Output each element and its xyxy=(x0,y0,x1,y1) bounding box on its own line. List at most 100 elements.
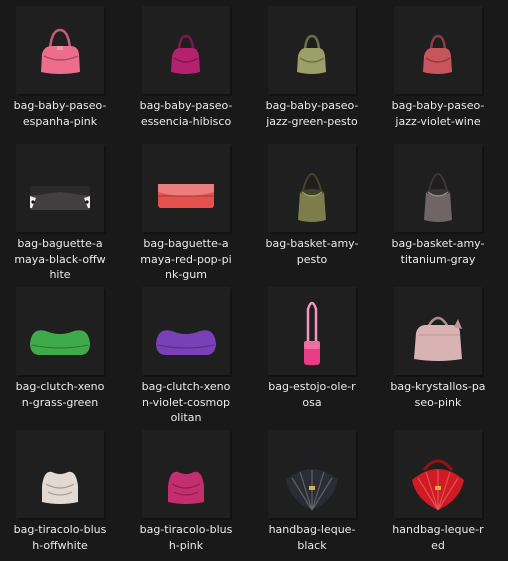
file-item[interactable]: bag-clutch-xeno n-grass-green xyxy=(0,287,120,427)
file-name-line: bag-baby-paseo- xyxy=(265,99,359,112)
file-item[interactable]: handbag-leque-black xyxy=(252,430,372,561)
file-name-line: essencia-hibisco xyxy=(140,114,232,128)
file-name-label: bag-basket-amy-titanium-gray xyxy=(378,236,498,267)
file-name-label: bag-estojo-ole-r osa xyxy=(252,379,372,410)
file-name-line: jazz-violet-wine xyxy=(395,114,481,128)
file-name-line: bag-baby-paseo- xyxy=(139,99,233,112)
handbag-leque-black-icon xyxy=(286,459,338,511)
file-item[interactable]: bag-tiracolo-blus h-offwhite xyxy=(0,430,120,561)
file-item[interactable]: bag-baby-paseo-jazz-violet-wine xyxy=(378,6,498,146)
file-name-label: handbag-leque-black xyxy=(252,522,372,553)
file-thumbnail xyxy=(16,144,104,232)
file-item[interactable]: bag-estojo-ole-r osa xyxy=(252,287,372,427)
bag-tiracolo-offwhite-icon xyxy=(42,471,78,504)
bag-baby-paseo-pink-icon xyxy=(41,28,80,74)
file-name-label: bag-clutch-xeno n-violet-cosmop olitan xyxy=(126,379,246,426)
file-name-label: bag-basket-amy-pesto xyxy=(252,236,372,267)
file-name-line: bag-baguette-a xyxy=(143,237,229,250)
handbag-leque-red-icon xyxy=(412,459,464,511)
file-thumbnail xyxy=(142,430,230,518)
file-name-line: bag-baby-paseo- xyxy=(391,99,485,112)
bag-baguette-black-icon xyxy=(30,186,90,210)
bag-krystallos-pink-icon xyxy=(414,316,462,361)
file-name-label: bag-baby-paseo-essencia-hibisco xyxy=(126,98,246,129)
bag-estojo-rosa-icon xyxy=(304,301,320,365)
file-name-line: pesto xyxy=(296,252,328,266)
file-thumbnail xyxy=(394,430,482,518)
file-name-line: seo-pink xyxy=(414,395,462,409)
file-item[interactable]: bag-baguette-a maya-black-offw hite xyxy=(0,144,120,284)
file-name-line: olitan xyxy=(170,411,202,424)
file-name-line: titanium-gray xyxy=(400,252,476,266)
file-thumbnail xyxy=(142,144,230,232)
file-name-line: h-pink xyxy=(168,538,204,552)
file-name-line: bag-tiracolo-blus xyxy=(139,523,233,536)
file-thumbnail xyxy=(142,287,230,375)
file-item[interactable]: bag-baby-paseo-espanha-pink xyxy=(0,6,120,146)
file-item[interactable]: bag-tiracolo-blus h-pink xyxy=(126,430,246,561)
file-name-line: osa xyxy=(302,395,322,409)
file-name-line: maya-black-offw xyxy=(14,252,106,266)
file-name-line: h-offwhite xyxy=(32,538,88,552)
file-name-line: espanha-pink xyxy=(22,114,98,128)
file-thumbnail xyxy=(394,144,482,232)
bag-tiracolo-pink-icon xyxy=(168,471,204,504)
file-item[interactable]: bag-baby-paseo-essencia-hibisco xyxy=(126,6,246,146)
file-name-line: bag-basket-amy- xyxy=(265,237,359,250)
bag-baby-paseo-wine-icon xyxy=(423,34,452,74)
file-name-line: handbag-leque- xyxy=(268,523,356,536)
file-name-line: nk-gum xyxy=(165,268,207,281)
file-thumbnail xyxy=(268,144,356,232)
file-name-label: bag-baby-paseo-jazz-green-pesto xyxy=(252,98,372,129)
file-name-line: bag-basket-amy- xyxy=(391,237,485,250)
bag-baby-paseo-pesto-icon xyxy=(297,34,326,74)
file-name-label: bag-baby-paseo-jazz-violet-wine xyxy=(378,98,498,129)
file-name-label: bag-baby-paseo-espanha-pink xyxy=(0,98,120,129)
bag-basket-gray-icon xyxy=(424,173,452,222)
file-name-label: bag-tiracolo-blus h-pink xyxy=(126,522,246,553)
file-thumbnail xyxy=(16,430,104,518)
file-name-line: hite xyxy=(49,268,71,281)
file-name-line: bag-tiracolo-blus xyxy=(13,523,107,536)
bag-basket-pesto-icon xyxy=(298,173,326,222)
file-item[interactable]: bag-basket-amy-titanium-gray xyxy=(378,144,498,284)
file-item[interactable]: bag-clutch-xeno n-violet-cosmop olitan xyxy=(126,287,246,427)
file-name-line: n-violet-cosmop xyxy=(142,395,230,409)
file-thumbnail xyxy=(268,430,356,518)
file-name-line: black xyxy=(297,538,327,552)
file-name-line: maya-red-pop-pi xyxy=(140,252,232,266)
file-name-line: bag-baguette-a xyxy=(17,237,103,250)
file-thumbnail xyxy=(394,6,482,94)
file-name-line: bag-baby-paseo- xyxy=(13,99,107,112)
bag-clutch-green-icon xyxy=(30,330,90,355)
file-grid: bag-baby-paseo-espanha-pink bag-baby-pas… xyxy=(0,0,508,561)
file-name-line: ed xyxy=(431,538,445,552)
file-name-label: handbag-leque-r ed xyxy=(378,522,498,553)
bag-baby-paseo-hibisco-icon xyxy=(171,34,200,74)
file-name-label: bag-clutch-xeno n-grass-green xyxy=(0,379,120,410)
file-name-label: bag-krystallos-pa seo-pink xyxy=(378,379,498,410)
file-thumbnail xyxy=(142,6,230,94)
file-item[interactable]: bag-krystallos-pa seo-pink xyxy=(378,287,498,427)
file-name-line: bag-krystallos-pa xyxy=(390,380,486,393)
file-name-line: bag-estojo-ole-r xyxy=(268,380,356,393)
file-name-label: bag-baguette-a maya-red-pop-pi nk-gum xyxy=(126,236,246,283)
file-thumbnail xyxy=(16,287,104,375)
file-name-line: jazz-green-pesto xyxy=(266,114,358,128)
file-item[interactable]: bag-baby-paseo-jazz-green-pesto xyxy=(252,6,372,146)
file-name-line: handbag-leque-r xyxy=(392,523,484,536)
file-name-line: bag-clutch-xeno xyxy=(141,380,231,393)
file-thumbnail xyxy=(394,287,482,375)
file-name-label: bag-baguette-a maya-black-offw hite xyxy=(0,236,120,283)
file-thumbnail xyxy=(268,287,356,375)
file-name-line: n-grass-green xyxy=(21,395,99,409)
file-item[interactable]: handbag-leque-r ed xyxy=(378,430,498,561)
file-item[interactable]: bag-basket-amy-pesto xyxy=(252,144,372,284)
bag-baguette-red-icon xyxy=(158,184,214,208)
file-name-line: bag-clutch-xeno xyxy=(15,380,105,393)
file-thumbnail xyxy=(16,6,104,94)
bag-clutch-violet-icon xyxy=(156,330,216,355)
file-thumbnail xyxy=(268,6,356,94)
file-name-label: bag-tiracolo-blus h-offwhite xyxy=(0,522,120,553)
file-item[interactable]: bag-baguette-a maya-red-pop-pi nk-gum xyxy=(126,144,246,284)
